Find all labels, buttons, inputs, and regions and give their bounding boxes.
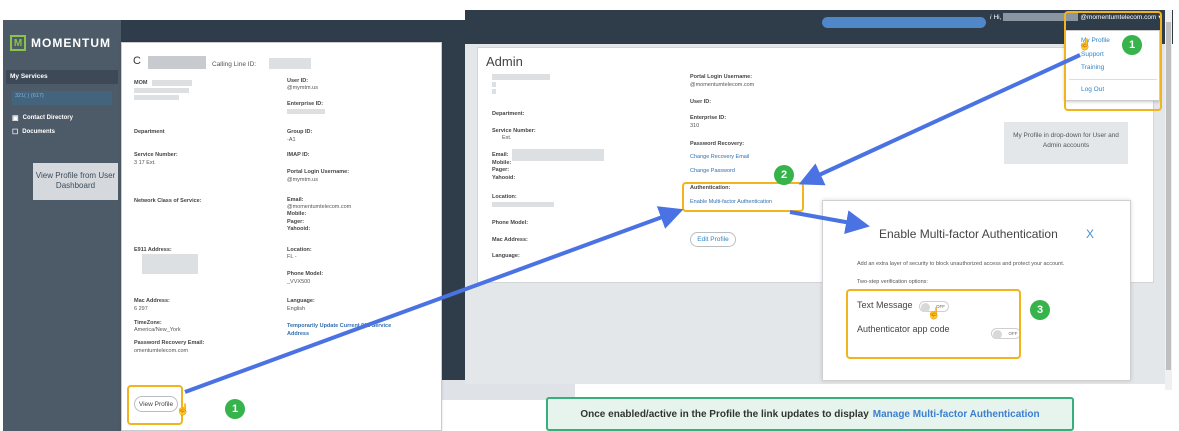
annotation-arrows — [184, 53, 1081, 394]
screenshot-canvas: M MOMENTUM My Services 321( ) (617) ▣ Co… — [0, 0, 1179, 431]
arrow-view-profile-to-auth — [184, 206, 684, 394]
arrow-auth-to-dialog — [789, 210, 870, 234]
arrow-my-profile-to-auth — [798, 53, 1081, 186]
